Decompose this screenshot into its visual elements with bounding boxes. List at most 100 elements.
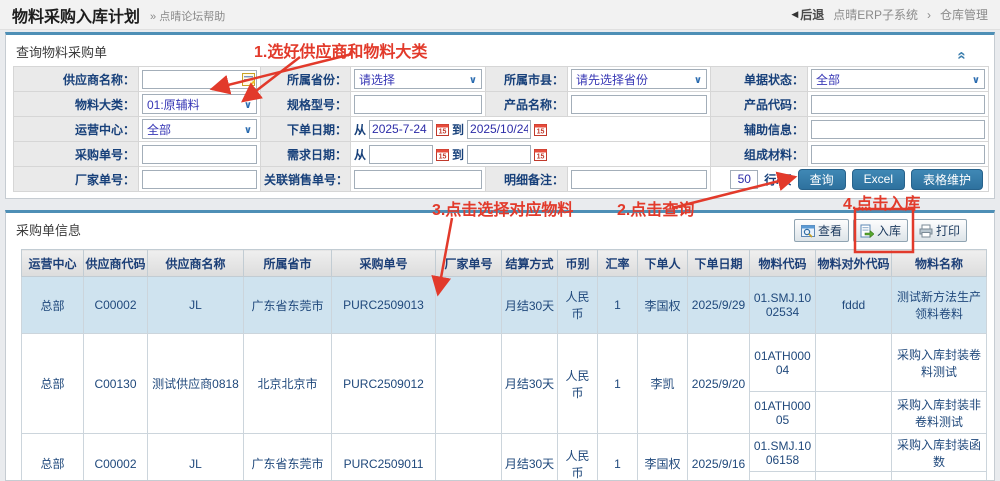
related-sales-no-input[interactable] [354, 170, 482, 189]
city-select[interactable]: 请先选择省份 [571, 69, 707, 89]
rows-per-page-input[interactable] [730, 170, 758, 189]
table-cell[interactable]: 总部 [22, 334, 84, 434]
inbound-button[interactable]: 入库 [853, 219, 908, 242]
table-cell[interactable]: JL [148, 277, 244, 334]
column-header[interactable]: 下单人 [638, 250, 688, 277]
order-date-to-input[interactable] [467, 120, 531, 139]
table-cell[interactable]: 人民币 [558, 334, 598, 434]
table-cell[interactable]: 月结30天 [502, 334, 558, 434]
column-header[interactable]: 物料代码 [750, 250, 816, 277]
excel-button[interactable]: Excel [852, 169, 905, 190]
table-cell[interactable]: C00130 [84, 334, 148, 434]
column-header[interactable]: 下单日期 [688, 250, 750, 277]
table-cell[interactable]: 人民币 [558, 277, 598, 334]
table-cell[interactable]: 总部 [22, 434, 84, 481]
table-cell[interactable] [750, 472, 816, 481]
column-header[interactable]: 所属省市 [244, 250, 332, 277]
column-header[interactable]: 结算方式 [502, 250, 558, 277]
query-button[interactable]: 查询 [798, 169, 846, 190]
order-date-from-input[interactable] [369, 120, 433, 139]
operation-center-select[interactable]: 全部 [142, 119, 257, 139]
table-cell[interactable]: 测试供应商0818 [148, 334, 244, 434]
province-select[interactable]: 请选择 [354, 69, 482, 89]
column-header[interactable]: 物料名称 [892, 250, 987, 277]
table-row[interactable]: 总部C00002JL广东省东莞市PURC2509013 月结30天人民币1李国权2… [22, 277, 987, 334]
table-cell[interactable]: 月结30天 [502, 434, 558, 481]
calendar-icon[interactable]: 15 [534, 123, 547, 136]
table-maintain-button[interactable]: 表格维护 [911, 169, 983, 190]
table-cell[interactable]: 总部 [22, 277, 84, 334]
table-cell[interactable]: PURC2509011 [332, 434, 436, 481]
supplier-picker-icon[interactable] [242, 73, 255, 86]
demand-date-from-input[interactable] [369, 145, 433, 164]
forum-help-link[interactable]: » 点晴论坛帮助 [150, 8, 225, 24]
table-cell[interactable]: 2025/9/29 [688, 277, 750, 334]
table-cell[interactable]: 李国权 [638, 434, 688, 481]
purchase-no-input[interactable] [142, 145, 257, 164]
table-cell[interactable]: 广东省东莞市 [244, 277, 332, 334]
table-cell[interactable]: 01.SMJ.1006158 [750, 434, 816, 472]
table-cell[interactable]: 1 [598, 434, 638, 481]
table-cell[interactable] [816, 334, 892, 392]
material-category-select[interactable]: 01:原辅料 [142, 94, 257, 114]
column-header[interactable]: 币别 [558, 250, 598, 277]
table-cell[interactable]: 1 [598, 334, 638, 434]
table-cell[interactable]: 李国权 [638, 277, 688, 334]
table-cell[interactable] [436, 334, 502, 434]
spec-model-input[interactable] [354, 95, 482, 114]
breadcrumb-module[interactable]: 仓库管理 [940, 6, 988, 23]
column-header[interactable]: 汇率 [598, 250, 638, 277]
column-header[interactable]: 供应商代码 [84, 250, 148, 277]
table-cell[interactable]: 人民币 [558, 434, 598, 481]
column-header[interactable]: 供应商名称 [148, 250, 244, 277]
table-row[interactable]: 总部C00002JL广东省东莞市PURC2509011月结30天人民币1李国权2… [22, 434, 987, 472]
table-cell[interactable]: fddd [816, 277, 892, 334]
collapse-panel-icon[interactable]: « [953, 51, 970, 59]
table-cell[interactable]: 2025/9/20 [688, 334, 750, 434]
column-header[interactable]: 物料对外代码 [816, 250, 892, 277]
column-header[interactable]: 运营中心 [22, 250, 84, 277]
calendar-icon[interactable]: 15 [534, 148, 547, 161]
demand-date-to-input[interactable] [467, 145, 531, 164]
detail-remark-input[interactable] [571, 170, 707, 189]
table-cell[interactable]: 北京北京市 [244, 334, 332, 434]
table-cell[interactable]: 月结30天 [502, 277, 558, 334]
table-cell[interactable]: 广东省东莞市 [244, 434, 332, 481]
aux-info-input[interactable] [811, 120, 985, 139]
table-cell[interactable]: 1 [598, 277, 638, 334]
table-cell[interactable]: 李凯 [638, 334, 688, 434]
table-cell[interactable]: C00002 [84, 277, 148, 334]
calendar-icon[interactable]: 15 [436, 148, 449, 161]
print-button[interactable]: 打印 [912, 219, 967, 242]
view-button[interactable]: 查看 [794, 219, 849, 242]
component-material-input[interactable] [811, 145, 985, 164]
product-code-input[interactable] [811, 95, 985, 114]
supplier-name-input[interactable] [142, 70, 257, 89]
table-cell[interactable]: PURC2509012 [332, 334, 436, 434]
table-cell[interactable]: 01ATH00005 [750, 392, 816, 434]
table-cell[interactable] [816, 434, 892, 472]
column-header[interactable]: 采购单号 [332, 250, 436, 277]
calendar-icon[interactable]: 15 [436, 123, 449, 136]
table-cell[interactable] [816, 472, 892, 481]
table-cell[interactable]: 采购入库封装函数 [892, 434, 987, 472]
back-button[interactable]: ◀ 后退 [791, 6, 824, 23]
doc-status-select[interactable]: 全部 [811, 69, 985, 89]
column-header[interactable]: 厂家单号 [436, 250, 502, 277]
table-cell[interactable]: 01ATH00004 [750, 334, 816, 392]
table-cell[interactable]: 采购入库封装非卷料测试 [892, 392, 987, 434]
table-cell[interactable]: 2025/9/16 [688, 434, 750, 481]
table-cell[interactable]: PURC2509013 [332, 277, 436, 334]
table-cell[interactable] [436, 277, 502, 334]
table-cell[interactable] [892, 472, 987, 481]
table-cell[interactable]: 采购入库封装卷料测试 [892, 334, 987, 392]
table-cell[interactable]: 测试新方法生产领料卷料 [892, 277, 987, 334]
table-cell[interactable]: JL [148, 434, 244, 481]
table-cell[interactable]: 01.SMJ.1002534 [750, 277, 816, 334]
product-name-input[interactable] [571, 95, 707, 114]
table-cell[interactable]: C00002 [84, 434, 148, 481]
breadcrumb-system[interactable]: 点晴ERP子系统 [833, 6, 918, 23]
table-row[interactable]: 总部C00130测试供应商0818北京北京市PURC2509012月结30天人民… [22, 334, 987, 392]
factory-no-input[interactable] [142, 170, 257, 189]
table-cell[interactable] [436, 434, 502, 481]
